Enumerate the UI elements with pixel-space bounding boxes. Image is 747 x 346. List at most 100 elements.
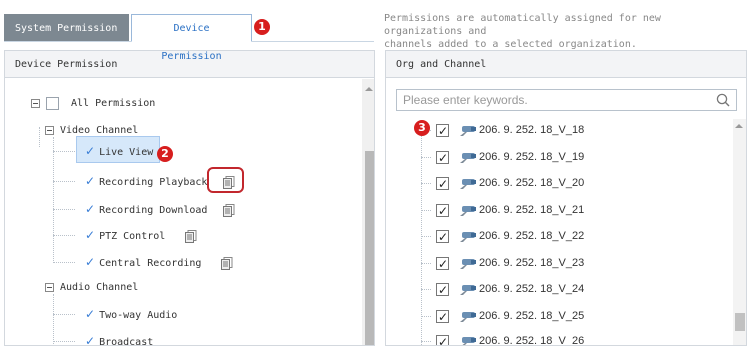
callout-marker-2: 2 (157, 146, 173, 162)
tree-guide (53, 137, 54, 263)
org-and-channel-panel-title: Org and Channel (386, 51, 746, 78)
channel-checkbox[interactable] (436, 253, 449, 275)
tab-system-permission[interactable]: System Permission (4, 14, 129, 42)
scroll-up-arrow-icon[interactable] (365, 87, 373, 91)
channel-row[interactable]: 206. 9. 252. 18_V_23 (436, 252, 585, 275)
tree-guide (421, 341, 431, 342)
tree-item-central-recording[interactable]: ✓ Central Recording (85, 251, 233, 273)
tree-guide (53, 181, 75, 182)
copy-icon-highlight-box (207, 167, 244, 193)
tree-guide (53, 294, 54, 345)
collapse-toggle-icon[interactable] (45, 125, 54, 135)
left-scrollbar-thumb[interactable] (365, 151, 374, 345)
scroll-up-arrow-icon[interactable] (735, 124, 743, 128)
channel-row[interactable]: 206. 9. 252. 18_V_22 (436, 225, 585, 248)
video-channel-label: Video Channel (60, 125, 139, 136)
tree-guide (421, 183, 431, 184)
tree-guide (53, 235, 75, 236)
channel-label: 206. 9. 252. 18_V_24 (479, 283, 585, 295)
document-copy-icon[interactable] (223, 203, 235, 217)
channel-checkbox[interactable] (436, 331, 449, 345)
channel-row[interactable]: 206. 9. 252. 18_V_25 (436, 305, 585, 328)
check-icon: ✓ (85, 202, 96, 216)
channel-checkbox[interactable] (436, 306, 449, 328)
channel-checkbox[interactable] (436, 279, 449, 301)
channel-row[interactable]: 206. 9. 252. 18_V_18 (436, 119, 585, 142)
camera-icon (460, 284, 476, 295)
tree-item-recording-download[interactable]: ✓ Recording Download (85, 198, 235, 220)
channel-checkbox[interactable] (436, 120, 449, 142)
check-icon: ✓ (85, 174, 96, 188)
channel-label: 206. 9. 252. 18_V_23 (479, 257, 585, 269)
tree-guide (421, 289, 431, 290)
camera-icon (460, 258, 476, 269)
channel-label: 206. 9. 252. 18_V_22 (479, 230, 585, 242)
two-way-audio-label: Two-way Audio (99, 310, 178, 321)
tree-item-video-channel[interactable]: Video Channel (45, 120, 138, 142)
channel-label: 206. 9. 252. 18_V_21 (479, 204, 585, 216)
tree-guide (421, 131, 422, 345)
device-permission-panel: Device Permission All Permission Video C… (4, 50, 375, 346)
tree-guide (421, 263, 431, 264)
tree-item-ptz-control[interactable]: ✓ PTZ Control (85, 224, 197, 246)
channel-row[interactable]: 206. 9. 252. 18_V_19 (436, 146, 585, 169)
collapse-toggle-icon[interactable] (45, 282, 54, 292)
channel-checkbox[interactable] (436, 200, 449, 222)
all-permission-checkbox[interactable] (46, 96, 59, 110)
live-view-label: Live View (99, 147, 154, 158)
tree-item-audio-channel[interactable]: Audio Channel (45, 277, 138, 299)
check-icon: ✓ (85, 144, 96, 158)
camera-icon (461, 336, 476, 345)
channel-checkbox[interactable] (436, 226, 449, 248)
tree-guide (421, 157, 431, 158)
recording-playback-label: Recording Playback (99, 177, 208, 188)
search-box (396, 89, 737, 111)
channel-row[interactable]: 206. 9. 252. 18_V_20 (436, 172, 584, 195)
ptz-control-label: PTZ Control (99, 231, 166, 242)
collapse-toggle-icon[interactable] (31, 98, 40, 108)
org-and-channel-panel: Org and Channel 206. 9. 252. 18_V_18 206… (385, 50, 747, 346)
camera-icon (460, 125, 476, 136)
tree-item-all-permission[interactable]: All Permission (31, 93, 155, 115)
tree-item-live-view[interactable]: ✓ Live View (85, 140, 153, 162)
permission-tree: All Permission Video Channel ✓ Live View … (5, 79, 361, 345)
camera-icon (460, 178, 476, 189)
tree-guide (421, 236, 431, 237)
channel-row[interactable]: 206. 9. 252. 18_V_26 (436, 330, 585, 346)
channel-label: 206. 9. 252. 18_V_18 (479, 124, 585, 136)
tab-device-permission[interactable]: Device Permission (131, 14, 252, 62)
camera-icon (460, 231, 476, 242)
channel-checkbox[interactable] (436, 173, 449, 195)
channel-label: 206. 9. 252. 18_V_26 (479, 335, 585, 346)
tree-guide (53, 262, 75, 263)
camera-icon (460, 311, 476, 322)
tree-guide (53, 209, 75, 210)
tree-guide (53, 341, 75, 342)
right-scrollbar-track[interactable] (733, 119, 746, 345)
central-recording-label: Central Recording (99, 258, 202, 269)
right-scrollbar-thumb[interactable] (735, 313, 745, 331)
tree-guide (39, 127, 40, 147)
search-icon[interactable] (716, 93, 730, 107)
check-icon: ✓ (85, 334, 96, 346)
audio-channel-label: Audio Channel (60, 282, 139, 293)
document-copy-icon[interactable] (185, 229, 197, 243)
channel-row[interactable]: 206. 9. 252. 18_V_21 (436, 199, 585, 222)
channel-label: 206. 9. 252. 18_V_25 (479, 310, 585, 322)
tree-item-broadcast[interactable]: ✓ Broadcast (85, 330, 153, 346)
tree-item-two-way-audio[interactable]: ✓ Two-way Audio (85, 303, 177, 325)
check-icon: ✓ (85, 255, 96, 269)
channel-checkbox[interactable] (436, 147, 449, 169)
document-copy-icon[interactable] (221, 256, 233, 270)
tree-guide (421, 210, 431, 211)
channel-label: 206. 9. 252. 18_V_19 (479, 151, 585, 163)
camera-icon (460, 152, 476, 163)
auto-assign-hint: Permissions are automatically assigned f… (384, 12, 744, 51)
camera-icon (460, 205, 476, 216)
search-input[interactable] (397, 90, 707, 110)
all-permission-label: All Permission (71, 98, 156, 109)
tree-guide (421, 316, 431, 317)
callout-marker-1: 1 (254, 19, 270, 35)
callout-marker-3: 3 (414, 120, 430, 136)
channel-row[interactable]: 206. 9. 252. 18_V_24 (436, 278, 585, 301)
